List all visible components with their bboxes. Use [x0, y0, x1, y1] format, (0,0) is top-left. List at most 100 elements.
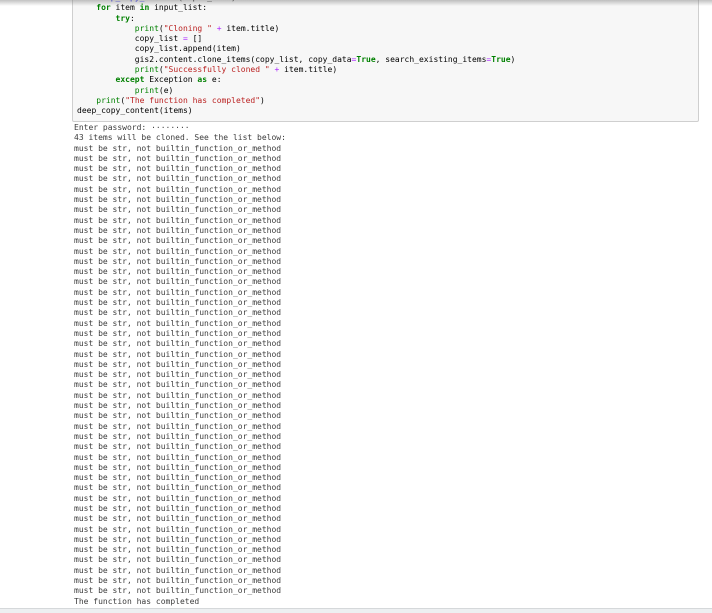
output-line: Enter password: ········: [74, 123, 712, 133]
code-token: try: [116, 14, 130, 23]
code-token: deep_copy_content: [96, 0, 178, 2]
code-line: print("The function has completed"): [77, 96, 694, 106]
code-token: def: [77, 0, 91, 2]
code-token: item: [111, 3, 140, 12]
code-token: ): [511, 55, 516, 64]
code-token: except: [116, 75, 145, 84]
output-line: must be str, not builtin_function_or_met…: [74, 319, 712, 329]
output-line: must be str, not builtin_function_or_met…: [74, 195, 712, 205]
output-line: must be str, not builtin_function_or_met…: [74, 339, 712, 349]
output-line: must be str, not builtin_function_or_met…: [74, 257, 712, 267]
code-cell[interactable]: def deep_copy_content(input_list): for i…: [72, 0, 699, 122]
output-text: Enter password: ········43 items will be…: [74, 123, 712, 607]
output-line: must be str, not builtin_function_or_met…: [74, 236, 712, 246]
output-line: must be str, not builtin_function_or_met…: [74, 586, 712, 596]
output-line: must be str, not builtin_function_or_met…: [74, 308, 712, 318]
code-token: copy_list: [77, 34, 183, 43]
output-line: must be str, not builtin_function_or_met…: [74, 545, 712, 555]
code-token: "The function has completed": [125, 96, 260, 105]
code-token: [77, 14, 116, 23]
code-editor[interactable]: def deep_copy_content(input_list): for i…: [77, 0, 694, 117]
output-line: must be str, not builtin_function_or_met…: [74, 504, 712, 514]
output-line: must be str, not builtin_function_or_met…: [74, 463, 712, 473]
code-token: e:: [207, 75, 221, 84]
output-line: must be str, not builtin_function_or_met…: [74, 144, 712, 154]
code-token: [77, 65, 135, 74]
output-line: must be str, not builtin_function_or_met…: [74, 494, 712, 504]
output-line: must be str, not builtin_function_or_met…: [74, 185, 712, 195]
output-line: 43 items will be cloned. See the list be…: [74, 133, 712, 143]
output-line: must be str, not builtin_function_or_met…: [74, 411, 712, 421]
code-token: (e): [159, 86, 173, 95]
code-line: gis2.content.clone_items(copy_list, copy…: [77, 55, 694, 65]
code-token: "Cloning ": [164, 24, 212, 33]
output-line: must be str, not builtin_function_or_met…: [74, 535, 712, 545]
code-token: [77, 3, 96, 12]
output-line: must be str, not builtin_function_or_met…: [74, 277, 712, 287]
code-token: for: [96, 3, 110, 12]
code-token: ): [260, 96, 265, 105]
output-line: must be str, not builtin_function_or_met…: [74, 391, 712, 401]
code-line: copy_list = []: [77, 34, 694, 44]
code-line: print("Cloning " + item.title): [77, 24, 694, 34]
code-token: item.title): [279, 65, 337, 74]
code-token: , search_existing_items: [376, 55, 487, 64]
output-line: must be str, not builtin_function_or_met…: [74, 514, 712, 524]
code-line: try:: [77, 14, 694, 24]
output-line: must be str, not builtin_function_or_met…: [74, 473, 712, 483]
output-line: must be str, not builtin_function_or_met…: [74, 380, 712, 390]
code-token: :: [130, 14, 135, 23]
code-token: [77, 75, 116, 84]
output-line: must be str, not builtin_function_or_met…: [74, 247, 712, 257]
code-token: print: [96, 96, 120, 105]
code-line: for item in input_list:: [77, 3, 694, 13]
code-line: print("Successfully cloned " + item.titl…: [77, 65, 694, 75]
output-line: must be str, not builtin_function_or_met…: [74, 576, 712, 586]
output-line: must be str, not builtin_function_or_met…: [74, 555, 712, 565]
code-line: deep_copy_content(items): [77, 106, 694, 116]
code-token: copy_list.append(item): [77, 44, 241, 53]
code-token: [77, 86, 135, 95]
code-token: as: [197, 75, 207, 84]
output-line: must be str, not builtin_function_or_met…: [74, 442, 712, 452]
code-token: print: [135, 24, 159, 33]
output-line: must be str, not builtin_function_or_met…: [74, 350, 712, 360]
output-line: must be str, not builtin_function_or_met…: [74, 432, 712, 442]
code-line: except Exception as e:: [77, 75, 694, 85]
output-line: must be str, not builtin_function_or_met…: [74, 267, 712, 277]
code-token: gis2.content.clone_items(copy_list, copy…: [77, 55, 352, 64]
code-token: (input_list):: [178, 0, 241, 2]
output-line: The function has completed: [74, 597, 712, 607]
next-cell-edge[interactable]: [0, 608, 712, 613]
code-token: [77, 96, 96, 105]
output-line: must be str, not builtin_function_or_met…: [74, 483, 712, 493]
output-line: must be str, not builtin_function_or_met…: [74, 288, 712, 298]
code-line: copy_list.append(item): [77, 44, 694, 54]
code-token: True: [491, 55, 510, 64]
output-line: must be str, not builtin_function_or_met…: [74, 329, 712, 339]
output-line: must be str, not builtin_function_or_met…: [74, 226, 712, 236]
output-area[interactable]: Enter password: ········43 items will be…: [74, 123, 712, 607]
code-line: print(e): [77, 86, 694, 96]
code-token: print: [135, 65, 159, 74]
code-token: in: [140, 3, 150, 12]
code-token: deep_copy_content(items): [77, 106, 193, 115]
code-token: item.title): [222, 24, 280, 33]
output-line: must be str, not builtin_function_or_met…: [74, 401, 712, 411]
code-token: input_list:: [149, 3, 207, 12]
output-line: must be str, not builtin_function_or_met…: [74, 164, 712, 174]
output-line: must be str, not builtin_function_or_met…: [74, 174, 712, 184]
code-token: True: [356, 55, 375, 64]
output-line: must be str, not builtin_function_or_met…: [74, 566, 712, 576]
output-line: must be str, not builtin_function_or_met…: [74, 298, 712, 308]
output-line: must be str, not builtin_function_or_met…: [74, 216, 712, 226]
code-token: print: [135, 86, 159, 95]
output-line: must be str, not builtin_function_or_met…: [74, 525, 712, 535]
output-line: must be str, not builtin_function_or_met…: [74, 154, 712, 164]
code-token: "Successfully cloned ": [164, 65, 270, 74]
code-token: Exception: [144, 75, 197, 84]
output-line: must be str, not builtin_function_or_met…: [74, 360, 712, 370]
output-line: must be str, not builtin_function_or_met…: [74, 370, 712, 380]
code-token: []: [188, 34, 202, 43]
output-line: must be str, not builtin_function_or_met…: [74, 205, 712, 215]
